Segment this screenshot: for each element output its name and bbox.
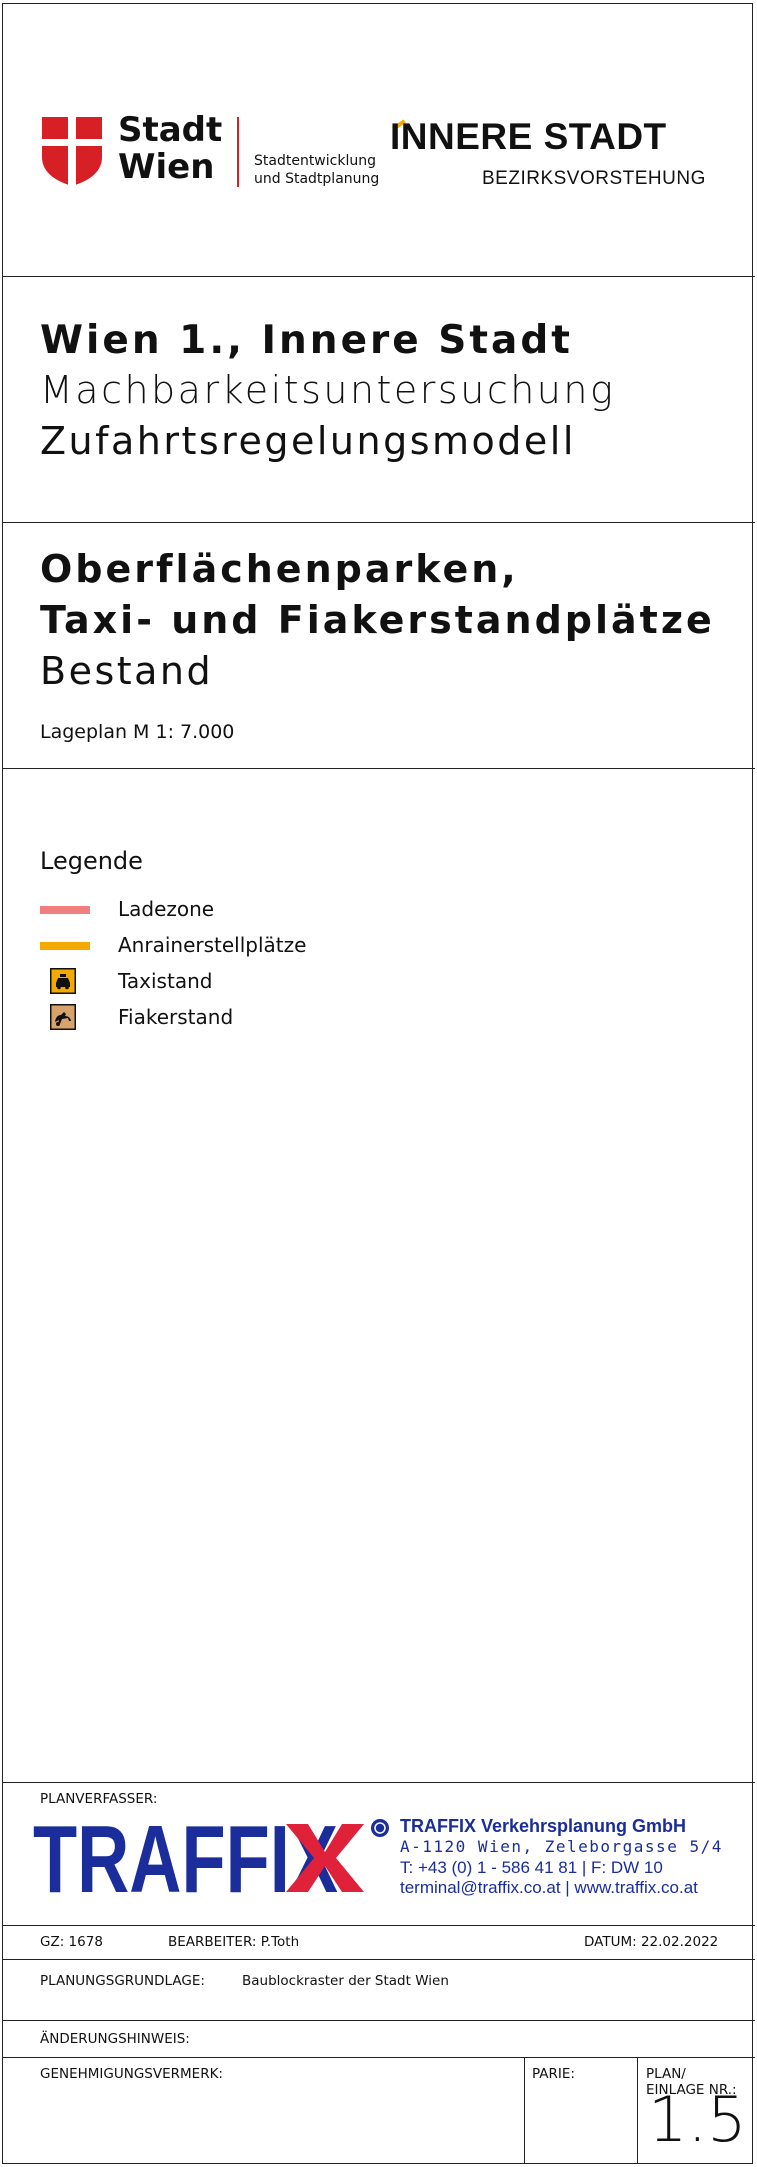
plan-number: 1.5 — [648, 2083, 747, 2156]
anrainer-swatch — [40, 942, 90, 950]
basis-value: Baublockraster der Stadt Wien — [242, 1973, 449, 1989]
legend-label: Ladezone — [118, 897, 215, 921]
basis-label: PLANUNGSGRUNDLAGE: — [40, 1973, 205, 1989]
city-line1: Stadt — [118, 110, 223, 150]
company-contact: terminal@traffix.co.at | www.traffix.co.… — [400, 1878, 698, 1897]
change-label: ÄNDERUNGSHINWEIS: — [40, 2031, 190, 2047]
divider — [2, 2057, 755, 2058]
date: DATUM: 22.02.2022 — [584, 1934, 719, 1950]
stadt-wien-logo — [42, 117, 102, 186]
divider — [2, 768, 755, 769]
legend-item-fiakerstand: Fiakerstand — [40, 1003, 440, 1031]
title-line2: Machbarkeitsuntersuchung — [40, 368, 616, 412]
legend-label: Taxistand — [118, 969, 213, 993]
divider — [2, 1959, 755, 1960]
title-line1: Wien 1., Innere Stadt — [40, 318, 573, 363]
legend-item-taxistand: Taxistand — [40, 967, 440, 995]
divider — [2, 276, 755, 277]
company-address: A-1120 Wien, Zeleborgasse 5/4 — [400, 1837, 723, 1856]
divider — [2, 522, 755, 523]
district-title: INNERE STADT — [390, 116, 667, 157]
divider — [637, 2057, 638, 2164]
district-subtitle: BEZIRKSVORSTEHUNG — [482, 168, 706, 189]
subtitle-line1: Oberflächenparken, — [40, 547, 519, 591]
city-line2: Wien — [118, 147, 215, 187]
legend-item-anrainer: Anrainerstellplätze — [40, 931, 440, 959]
gz-number: GZ: 1678 — [40, 1934, 103, 1950]
legend-item-ladezone: Ladezone — [40, 895, 440, 923]
subtitle-line3: Bestand — [40, 649, 214, 693]
approval-label: GENEHMIGUNGSVERMERK: — [40, 2066, 223, 2082]
plan-label-line1: PLAN/ — [646, 2066, 686, 2082]
ladezone-swatch — [40, 906, 90, 914]
divider — [524, 2057, 525, 2164]
editor: BEARBEITER: P.Toth — [168, 1934, 300, 1950]
legend-label: Anrainerstellplätze — [118, 933, 307, 957]
divider — [2, 2020, 755, 2021]
divider — [2, 1925, 755, 1926]
traffix-logo: TRAFFIX — [33, 1818, 389, 1894]
department-line2: und Stadtplanung — [254, 171, 380, 187]
department-text: Stadtentwicklung und Stadtplanung — [254, 152, 379, 188]
legend-title: Legende — [40, 847, 143, 875]
company-name: TRAFFIX Verkehrsplanung GmbH — [400, 1816, 687, 1836]
parie-label: PARIE: — [532, 2066, 575, 2082]
taxi-icon — [50, 968, 76, 994]
divider — [2, 1782, 755, 1783]
logo-divider — [237, 117, 239, 187]
horse-carriage-icon — [50, 1004, 76, 1030]
subtitle-line2: Taxi- und Fiakerstandplätze — [40, 598, 715, 642]
title-line3: Zufahrtsregelungsmodell — [40, 419, 576, 463]
city-logo-text: Stadt Wien — [118, 112, 222, 186]
legend-label: Fiakerstand — [118, 1005, 234, 1029]
author-label: PLANVERFASSER: — [40, 1791, 158, 1807]
company-phone: T: +43 (0) 1 - 586 41 81 | F: DW 10 — [400, 1858, 663, 1877]
department-line1: Stadtentwicklung — [254, 153, 376, 169]
plan-scale: Lageplan M 1: 7.000 — [40, 721, 235, 743]
